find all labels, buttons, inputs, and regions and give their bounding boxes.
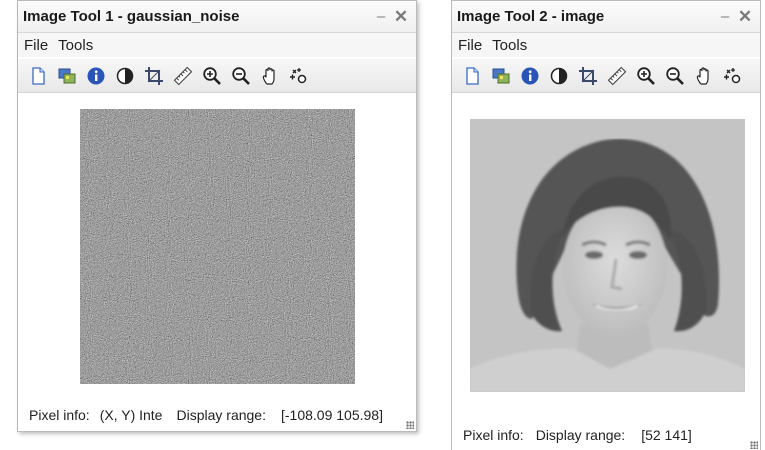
overview-icon xyxy=(290,67,307,83)
zoom-out-icon[interactable] xyxy=(664,65,686,87)
new-figure-icon[interactable] xyxy=(27,65,49,87)
contrast-icon[interactable] xyxy=(114,65,136,87)
display-range-value: [52 141] xyxy=(641,427,692,443)
minimize-icon[interactable]: – xyxy=(372,8,390,25)
new-figure-icon xyxy=(466,66,479,85)
crop-icon[interactable] xyxy=(143,65,165,87)
menu-tools[interactable]: Tools xyxy=(486,37,531,54)
window-title: Image Tool 2 - image xyxy=(457,8,605,25)
pan-hand-icon[interactable] xyxy=(259,65,281,87)
title-bar[interactable]: Image Tool 1 - gaussian_noise – ✕ xyxy=(18,1,416,33)
display-range-label: Display range: xyxy=(176,407,266,423)
contrast-icon xyxy=(550,67,568,84)
overview-icon[interactable] xyxy=(722,65,744,87)
info-icon xyxy=(521,67,539,84)
contrast-icon xyxy=(116,67,134,84)
info-icon[interactable] xyxy=(85,65,107,87)
pixel-info-label: Pixel info: xyxy=(29,407,90,423)
overview-icon[interactable] xyxy=(288,65,310,87)
new-figure-icon xyxy=(32,66,45,85)
menu-file[interactable]: File xyxy=(18,37,52,54)
info-icon xyxy=(87,67,105,84)
pan-hand-icon[interactable] xyxy=(693,65,715,87)
measure-distance-icon xyxy=(173,66,193,85)
zoom-out-icon xyxy=(666,66,684,85)
measure-distance-icon[interactable] xyxy=(172,65,194,87)
display-range-label: Display range: xyxy=(535,427,626,443)
pixel-info-label: Pixel info: xyxy=(463,427,524,443)
menu-file[interactable]: File xyxy=(452,37,486,54)
resize-grip-icon[interactable] xyxy=(406,421,414,429)
window-title: Image Tool 1 - gaussian_noise xyxy=(23,8,240,25)
portrait-image xyxy=(470,119,745,392)
crop-icon xyxy=(145,66,163,85)
toolbar xyxy=(452,59,760,93)
pixel-info-value: (X, Y) Inte xyxy=(99,407,163,423)
image-info-tool-icon[interactable] xyxy=(56,65,78,87)
title-bar[interactable]: Image Tool 2 - image – ✕ xyxy=(452,1,760,33)
gaussian-noise-image xyxy=(80,109,355,384)
crop-icon xyxy=(579,66,597,85)
pan-hand-icon xyxy=(696,66,709,85)
image-info-tool-icon[interactable] xyxy=(490,65,512,87)
image-tool-window-2: Image Tool 2 - image – ✕ File Tools Pixe… xyxy=(451,0,761,450)
zoom-in-icon[interactable] xyxy=(201,65,223,87)
status-bar: Pixel info: Display range: [52 141] xyxy=(452,425,760,445)
new-figure-icon[interactable] xyxy=(461,65,483,87)
minimize-icon[interactable]: – xyxy=(716,8,734,25)
display-range-value: [-108.09 105.98] xyxy=(280,407,383,423)
measure-distance-icon[interactable] xyxy=(606,65,628,87)
image-info-tool-icon xyxy=(492,68,510,83)
image-axes[interactable] xyxy=(80,109,355,384)
zoom-out-icon[interactable] xyxy=(230,65,252,87)
pan-hand-icon xyxy=(262,66,275,85)
zoom-in-icon xyxy=(203,66,221,85)
measure-distance-icon xyxy=(607,66,627,85)
image-axes[interactable] xyxy=(470,119,745,392)
info-icon[interactable] xyxy=(519,65,541,87)
contrast-icon[interactable] xyxy=(548,65,570,87)
zoom-in-icon xyxy=(637,66,655,85)
image-info-tool-icon xyxy=(58,68,76,83)
menu-bar: File Tools xyxy=(452,33,760,57)
menu-tools[interactable]: Tools xyxy=(52,37,97,54)
resize-grip-icon[interactable] xyxy=(750,441,758,449)
zoom-out-icon xyxy=(232,66,250,85)
overview-icon xyxy=(724,67,741,83)
close-icon[interactable]: ✕ xyxy=(392,7,410,27)
status-bar: Pixel info: (X, Y) Inte Display range: [… xyxy=(18,405,416,425)
menu-bar: File Tools xyxy=(18,33,416,57)
toolbar xyxy=(18,59,416,93)
close-icon[interactable]: ✕ xyxy=(736,7,754,27)
crop-icon[interactable] xyxy=(577,65,599,87)
zoom-in-icon[interactable] xyxy=(635,65,657,87)
image-tool-window-1: Image Tool 1 - gaussian_noise – ✕ File T… xyxy=(17,0,417,432)
